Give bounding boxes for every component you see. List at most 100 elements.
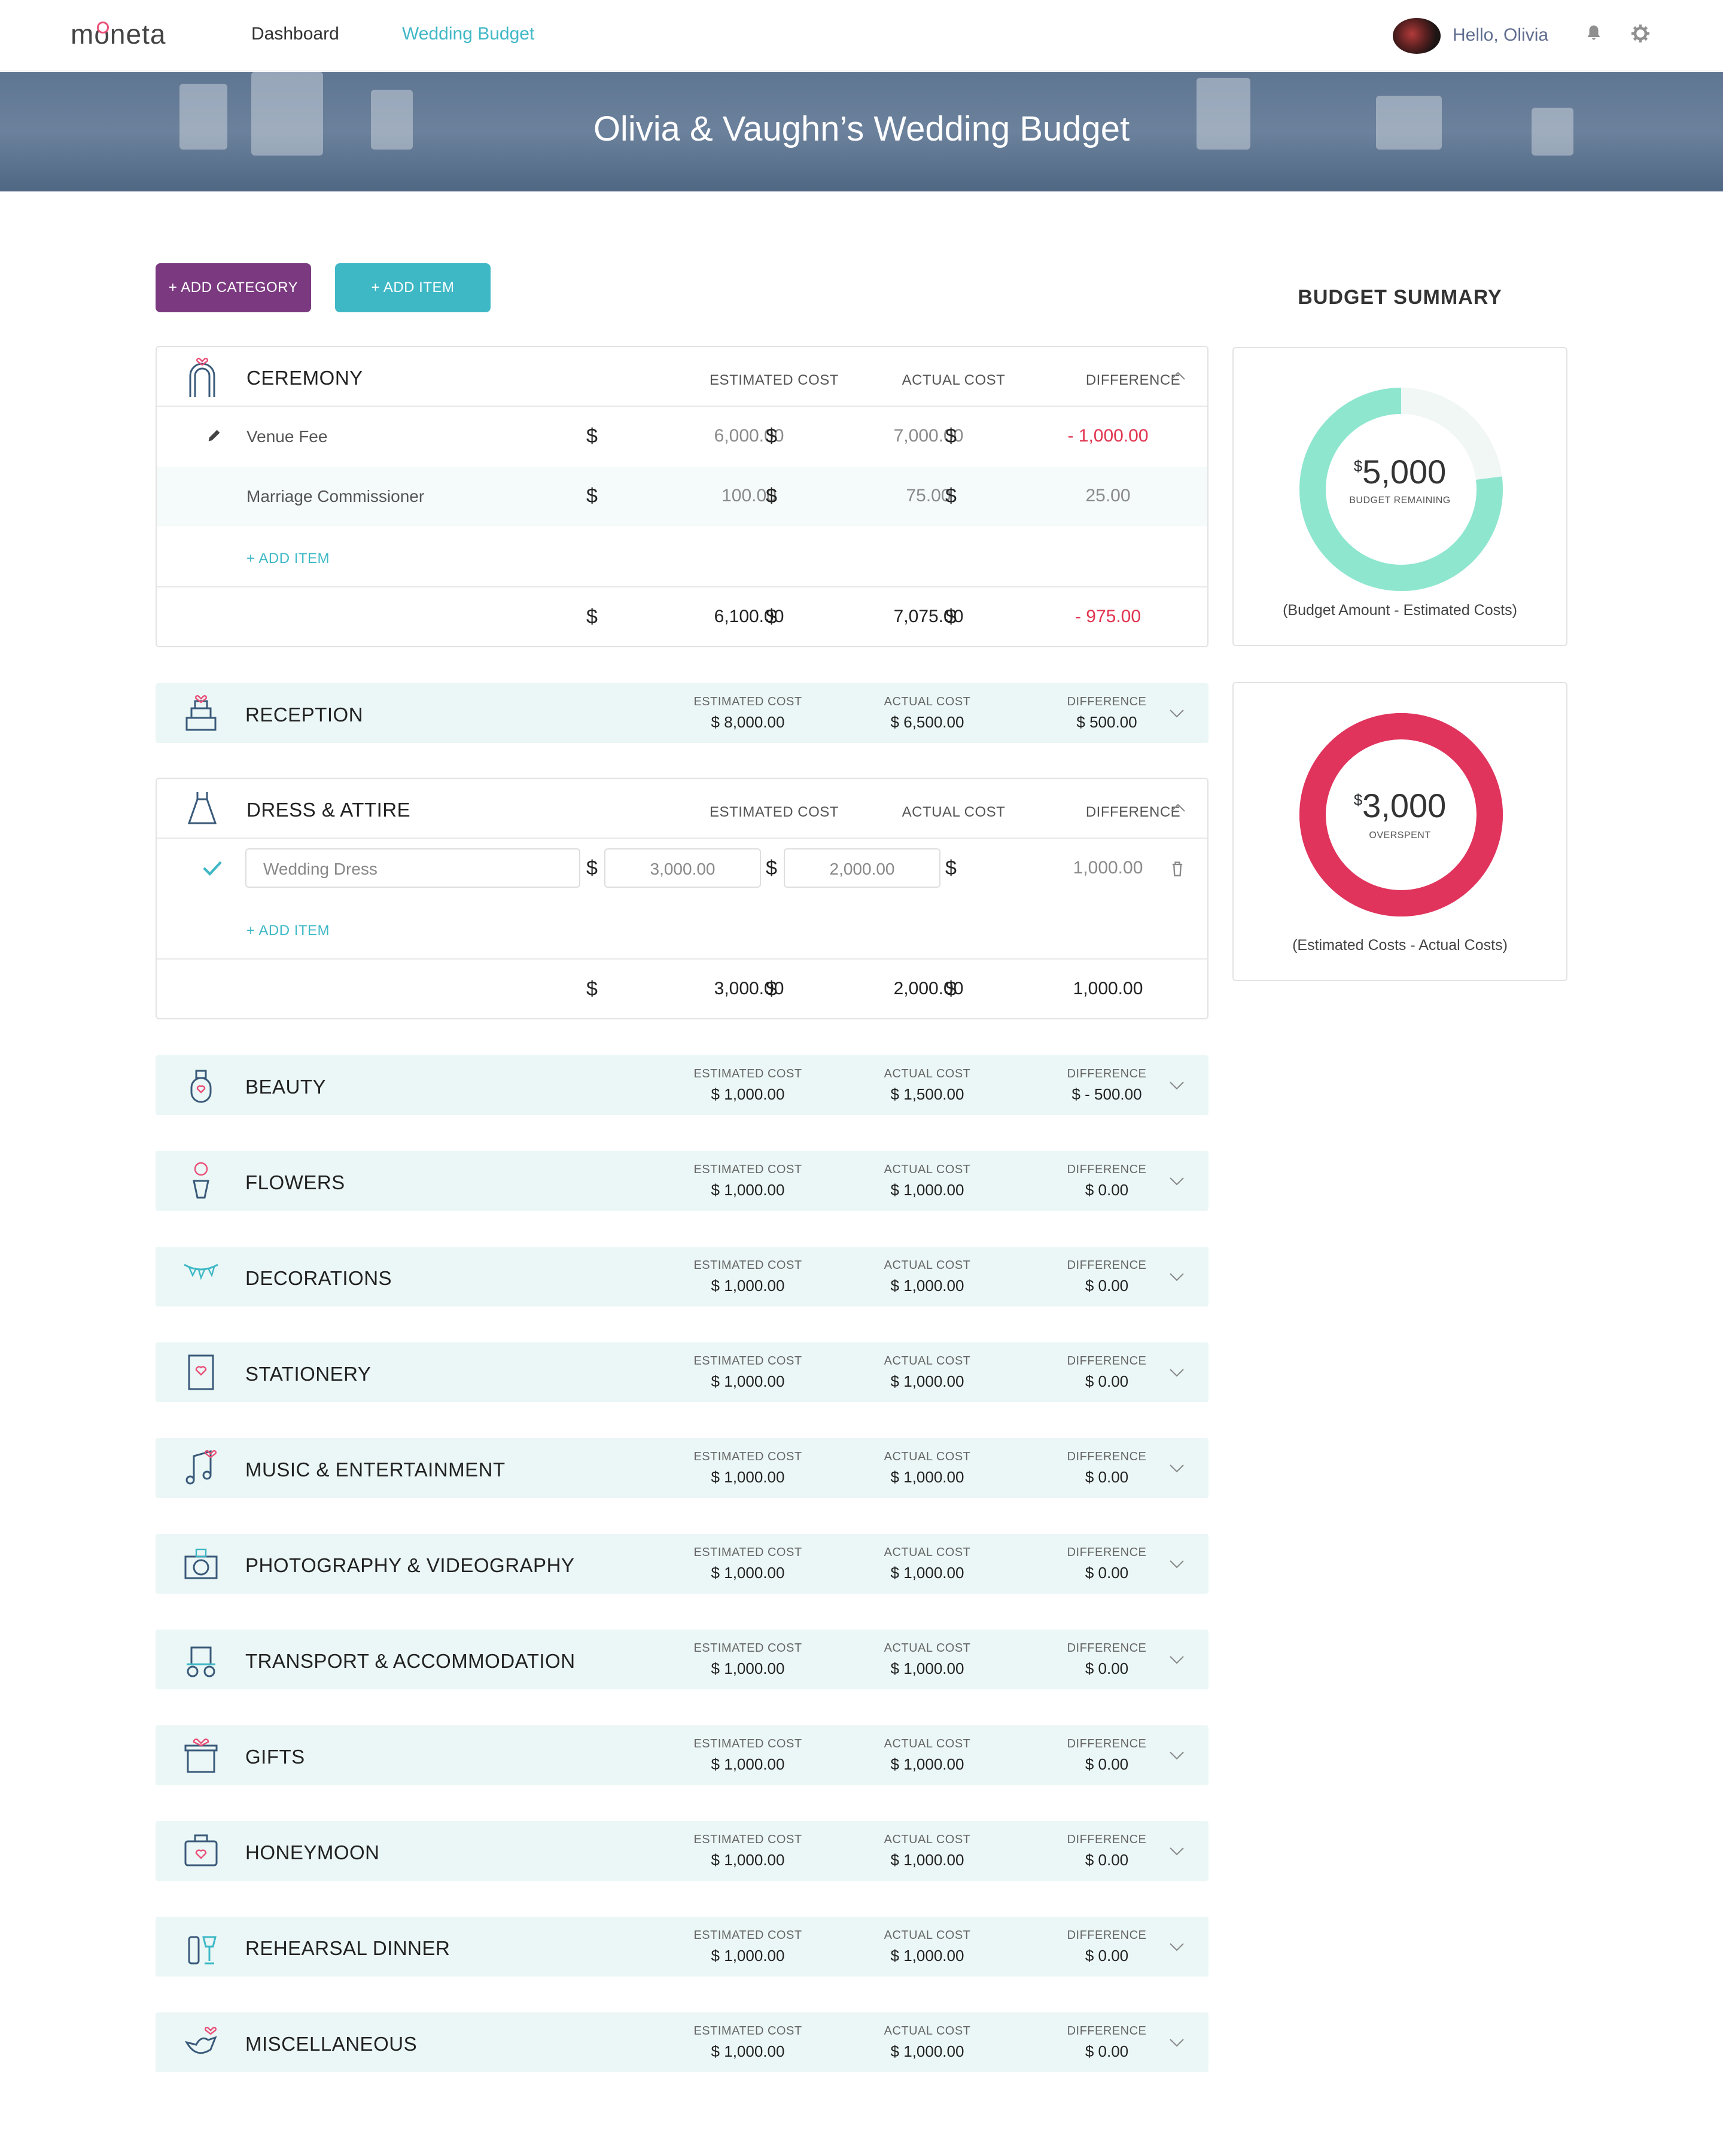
currency-symbol: $ <box>586 857 598 879</box>
category-name: DRESS & ATTIRE <box>246 799 411 821</box>
category-row-beauty[interactable]: BEAUTY ESTIMATED COST $ 1,000.00 ACTUAL COS… <box>156 1055 1208 1115</box>
actual-value: $ 1,000.00 <box>890 1564 964 1582</box>
col-actual: ACTUAL COST <box>884 1833 971 1846</box>
pencil-icon[interactable] <box>206 427 223 444</box>
category-row-reception[interactable]: RECEPTION ESTIMATED COST $ 8,000.00 ACTU… <box>156 683 1208 743</box>
chevron-down-icon[interactable] <box>1168 1653 1186 1665</box>
col-actual: ACTUAL COST <box>884 1354 971 1368</box>
add-item-link[interactable]: + ADD ITEM <box>246 922 330 939</box>
actual-total: 7,075.00 <box>893 607 964 626</box>
col-difference: DIFFERENCE <box>1085 804 1181 820</box>
item-name: Marriage Commissioner <box>246 487 425 505</box>
nav-dashboard[interactable]: Dashboard <box>251 24 339 44</box>
chevron-down-icon[interactable] <box>1168 1366 1186 1378</box>
category-row-honeymoon[interactable]: HONEYMOON ESTIMATED COST $ 1,000.00 ACTUAL … <box>156 1821 1208 1881</box>
total-row: $ 3,000.00 $ 2,000.00 $ 1,000.00 <box>157 958 1207 1018</box>
category-header[interactable]: CEREMONY ESTIMATED COST ACTUAL COST DIFF… <box>157 347 1207 407</box>
music-note-icon <box>185 1449 217 1485</box>
col-actual: ACTUAL COST <box>884 1929 971 1942</box>
bell-icon[interactable] <box>1583 23 1605 44</box>
currency-symbol: $ <box>945 857 957 879</box>
chevron-up-icon[interactable] <box>1169 370 1187 382</box>
difference-total: - 975.00 <box>1074 607 1141 626</box>
item-name-input[interactable]: Wedding Dress <box>245 848 580 888</box>
estimated-value: $ 8,000.00 <box>711 713 785 731</box>
greeting[interactable]: Hello, Olivia <box>1453 25 1548 45</box>
col-actual: ACTUAL COST <box>884 1259 971 1272</box>
col-actual: ACTUAL COST <box>902 372 1006 388</box>
chevron-down-icon[interactable] <box>1168 2036 1186 2048</box>
hero-banner: Olivia & Vaughn’s Wedding Budget <box>0 72 1723 191</box>
category-name: FLOWERS <box>245 1171 345 1193</box>
nav-wedding-budget[interactable]: Wedding Budget <box>402 24 534 44</box>
estimated-input[interactable]: 3,000.00 <box>604 848 761 888</box>
chevron-down-icon[interactable] <box>1168 1558 1186 1570</box>
estimated-value: $ 1,000.00 <box>711 1564 785 1582</box>
table-row[interactable]: Marriage Commissioner $ 100.00 $ 75.00 $… <box>157 467 1207 526</box>
add-item-link[interactable]: + ADD ITEM <box>246 550 330 567</box>
col-actual: ACTUAL COST <box>884 1642 971 1655</box>
category-row-music-entertainment[interactable]: MUSIC & ENTERTAINMENT ESTIMATED COST $ 1,0… <box>156 1438 1208 1498</box>
chevron-down-icon[interactable] <box>1168 1941 1186 1953</box>
category-row-decorations[interactable]: DECORATIONS ESTIMATED COST $ 1,000.00 ACTUA… <box>156 1247 1208 1307</box>
remaining-label: BUDGET REMAINING <box>1349 495 1451 505</box>
col-estimated: ESTIMATED COST <box>710 804 839 820</box>
estimated-value: $ 1,000.00 <box>711 2042 785 2060</box>
actual-input[interactable]: 2,000.00 <box>784 848 940 888</box>
wine-icon <box>188 1936 217 1965</box>
moneta-logo[interactable]: moneta <box>71 18 166 50</box>
category-row-rehearsal-dinner[interactable]: REHEARSAL DINNER ESTIMATED COST $ 1,000.00… <box>156 1917 1208 1977</box>
table-row[interactable]: Venue Fee $ 6,000.00 $ 7,000.00 $ - 1,00… <box>157 407 1207 467</box>
remaining-amount: $5,000 <box>1234 452 1566 491</box>
chevron-up-icon[interactable] <box>1169 802 1187 814</box>
actual-total: 2,000.00 <box>893 979 964 998</box>
col-estimated: ESTIMATED COST <box>693 1354 802 1368</box>
col-difference: DIFFERENCE <box>1085 372 1181 388</box>
currency-symbol: $ <box>586 605 598 628</box>
chevron-down-icon[interactable] <box>1168 1462 1186 1474</box>
checkmark-icon[interactable] <box>202 859 223 877</box>
chevron-down-icon[interactable] <box>1168 707 1186 719</box>
estimated-value: $ 1,000.00 <box>711 1181 785 1199</box>
avatar[interactable] <box>1393 18 1441 54</box>
category-card-dress-attire: DRESS & ATTIRE ESTIMATED COST ACTUAL COS… <box>156 778 1208 1019</box>
remaining-currency: $ <box>1353 457 1363 475</box>
actual-value: $ 1,000.00 <box>890 1181 964 1199</box>
editing-row[interactable]: Wedding Dress $ 3,000.00 $ 2,000.00 $ 1,… <box>157 839 1207 899</box>
currency-symbol: $ <box>766 977 777 1000</box>
category-header[interactable]: DRESS & ATTIRE ESTIMATED COST ACTUAL COS… <box>157 779 1207 839</box>
estimated-total: 6,100.00 <box>714 607 784 626</box>
gear-icon[interactable] <box>1630 23 1651 44</box>
add-item-button[interactable]: + ADD ITEM <box>335 263 491 312</box>
category-row-photography-videography[interactable]: PHOTOGRAPHY & VIDEOGRAPHY ESTIMATED COST $… <box>156 1534 1208 1594</box>
currency-symbol: $ <box>945 605 957 628</box>
category-row-gifts[interactable]: GIFTS ESTIMATED COST $ 1,000.00 ACTUAL COST… <box>156 1725 1208 1785</box>
card-icon <box>188 1354 214 1390</box>
actual-value: 7,000.00 <box>893 426 964 446</box>
page-title: Olivia & Vaughn’s Wedding Budget <box>593 109 1130 148</box>
col-actual: ACTUAL COST <box>884 2024 971 2038</box>
add-category-button[interactable]: + ADD CATEGORY <box>156 263 311 312</box>
chevron-down-icon[interactable] <box>1168 1845 1186 1857</box>
category-row-flowers[interactable]: FLOWERS ESTIMATED COST $ 1,000.00 ACTUAL CO… <box>156 1151 1208 1211</box>
chevron-down-icon[interactable] <box>1168 1749 1186 1761</box>
category-row-miscellaneous[interactable]: MISCELLANEOUS ESTIMATED COST $ 1,000.00 ACT… <box>156 2012 1208 2072</box>
category-row-stationery[interactable]: STATIONERY ESTIMATED COST $ 1,000.00 ACTUAL… <box>156 1342 1208 1402</box>
trash-icon[interactable] <box>1170 860 1185 877</box>
category-row-transport-accommodation[interactable]: TRANSPORT & ACCOMMODATION ESTIMATED COST $… <box>156 1630 1208 1689</box>
actual-value: $ 1,000.00 <box>890 1659 964 1677</box>
top-navbar: moneta Dashboard Wedding Budget Hello, O… <box>0 0 1723 71</box>
remaining-note: (Budget Amount - Estimated Costs) <box>1283 602 1517 619</box>
estimated-total: 3,000.00 <box>714 979 784 998</box>
category-name: TRANSPORT & ACCOMMODATION <box>245 1650 576 1672</box>
col-actual: ACTUAL COST <box>884 1450 971 1463</box>
estimated-value: $ 1,000.00 <box>711 1468 785 1486</box>
chevron-down-icon[interactable] <box>1168 1079 1186 1091</box>
actual-value: $ 1,000.00 <box>890 1468 964 1486</box>
chevron-down-icon[interactable] <box>1168 1271 1186 1283</box>
estimated-value: $ 1,000.00 <box>711 1755 785 1773</box>
chevron-down-icon[interactable] <box>1168 1175 1186 1187</box>
col-estimated: ESTIMATED COST <box>693 1929 802 1942</box>
estimated-value: $ 1,000.00 <box>711 1372 785 1390</box>
arch-icon <box>189 357 215 397</box>
